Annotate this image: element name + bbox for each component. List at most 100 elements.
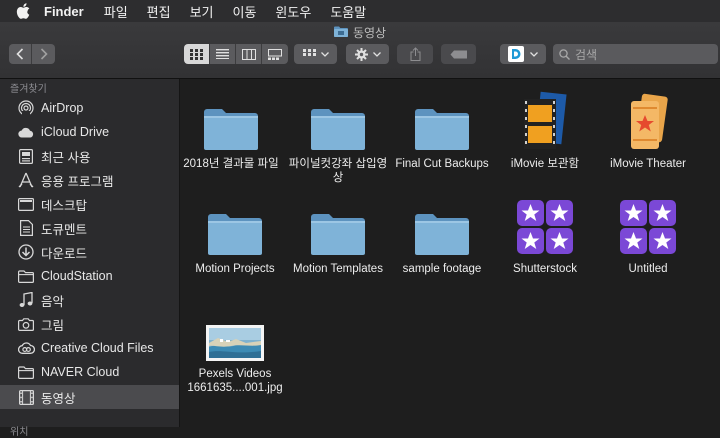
document-icon bbox=[17, 219, 35, 237]
menu-bar: Finder 파일 편집 보기 이동 윈도우 도움말 bbox=[0, 0, 720, 22]
app-extension-button[interactable] bbox=[500, 44, 546, 64]
menu-help[interactable]: 도움말 bbox=[330, 2, 366, 21]
menu-go[interactable]: 이동 bbox=[233, 2, 257, 21]
grid-icon bbox=[190, 48, 203, 60]
music-icon bbox=[17, 291, 35, 309]
sidebar-item-label: 동영상 bbox=[41, 391, 76, 406]
download-icon bbox=[17, 243, 35, 261]
sidebar-item-label: iCloud Drive bbox=[41, 125, 110, 139]
search-field[interactable]: 검색 bbox=[553, 44, 718, 64]
menu-finder[interactable]: Finder bbox=[44, 4, 84, 19]
file-item-label: iMovie 보관함 bbox=[510, 158, 580, 170]
menu-file[interactable]: 파일 bbox=[104, 2, 128, 21]
creative-cloud-icon bbox=[17, 339, 35, 357]
imovie-theater-icon bbox=[596, 89, 700, 151]
file-item-label: Final Cut Backups bbox=[395, 158, 489, 170]
file-item-shutterstock[interactable]: Shutterstock bbox=[493, 194, 597, 276]
sidebar-item-naver-cloud[interactable]: NAVER Cloud bbox=[0, 360, 179, 384]
file-item-label: Motion Projects bbox=[195, 263, 275, 275]
sidebar-item-applications[interactable]: 응용 프로그램 bbox=[0, 168, 179, 192]
sidebar-item-downloads[interactable]: 다운로드 bbox=[0, 240, 179, 264]
file-item-folder[interactable]: Motion Projects bbox=[183, 194, 287, 276]
camera-icon bbox=[17, 315, 35, 333]
sidebar-item-recents[interactable]: 최근 사용 bbox=[0, 144, 179, 168]
search-placeholder: 검색 bbox=[575, 47, 598, 62]
file-item-image[interactable]: Pexels Videos 1661635....001.jpg bbox=[183, 299, 287, 395]
gallery-view-button[interactable] bbox=[262, 44, 288, 64]
sidebar-item-label: 음악 bbox=[41, 294, 65, 309]
sidebar-item-icloud-drive[interactable]: iCloud Drive bbox=[0, 120, 179, 144]
sidebar-item-movies[interactable]: 동영상 bbox=[0, 385, 179, 409]
file-item-label: Shutterstock bbox=[513, 263, 577, 275]
sidebar-item-pictures[interactable]: 그림 bbox=[0, 312, 179, 336]
search-icon bbox=[559, 48, 570, 60]
sidebar-section-locations: 위치 bbox=[10, 427, 29, 438]
back-button[interactable] bbox=[9, 44, 32, 64]
file-item-folder[interactable]: 2018년 결과물 파일 bbox=[180, 89, 283, 171]
sidebar-item-airdrop[interactable]: AirDrop bbox=[0, 96, 179, 120]
folder-icon bbox=[183, 194, 287, 256]
folder-icon bbox=[390, 89, 494, 151]
share-button[interactable] bbox=[397, 44, 433, 64]
icon-view-button[interactable] bbox=[184, 44, 210, 64]
menu-window[interactable]: 윈도우 bbox=[275, 2, 311, 21]
list-view-button[interactable] bbox=[210, 44, 236, 64]
group-button[interactable] bbox=[294, 44, 337, 64]
file-item-folder[interactable]: 파이널컷강좌 삽입영상 bbox=[286, 89, 390, 185]
file-item-label: iMovie Theater bbox=[610, 158, 686, 170]
folder-icon bbox=[286, 194, 390, 256]
sidebar-item-documents[interactable]: 도큐멘트 bbox=[0, 216, 179, 240]
sidebar-item-label: 응용 프로그램 bbox=[41, 174, 114, 189]
sidebar-item-label: 최근 사용 bbox=[41, 150, 91, 165]
sidebar-item-music[interactable]: 음악 bbox=[0, 288, 179, 312]
file-item-folder[interactable]: sample footage bbox=[390, 194, 494, 276]
sidebar-section-favorites: 즐겨찾기 bbox=[10, 84, 47, 95]
file-item-folder[interactable]: Final Cut Backups bbox=[390, 89, 494, 171]
folder-icon bbox=[180, 89, 283, 151]
file-browser: 2018년 결과물 파일 파이널컷강좌 삽입영상 Final Cut Backu… bbox=[180, 79, 720, 427]
folder-icon bbox=[286, 89, 390, 151]
apple-icon[interactable] bbox=[16, 3, 32, 19]
folder-icon bbox=[17, 267, 35, 285]
chevron-left-icon bbox=[16, 48, 24, 60]
sidebar-item-desktop[interactable]: 데스크탑 bbox=[0, 192, 179, 216]
sidebar-item-creative-cloud[interactable]: Creative Cloud Files bbox=[0, 336, 179, 360]
imovie-library-icon bbox=[493, 89, 597, 151]
group-grid-icon bbox=[302, 48, 316, 56]
folder-icon bbox=[17, 363, 35, 381]
sidebar-item-label: NAVER Cloud bbox=[41, 365, 120, 379]
list-icon bbox=[216, 49, 229, 59]
file-item-label: Motion Templates bbox=[293, 263, 383, 275]
sidebar-item-label: 그림 bbox=[41, 318, 65, 333]
file-item-label: 2018년 결과물 파일 bbox=[183, 158, 279, 170]
action-button[interactable] bbox=[346, 44, 389, 64]
sidebar-item-label: 도큐멘트 bbox=[41, 222, 88, 237]
sidebar-item-cloudstation[interactable]: CloudStation bbox=[0, 264, 179, 288]
file-item-label: 파이널컷강좌 삽입영상 bbox=[288, 158, 388, 184]
chevron-down-icon bbox=[530, 51, 538, 57]
image-thumbnail-icon bbox=[183, 299, 287, 361]
columns-icon bbox=[241, 48, 256, 60]
file-item-folder[interactable]: Motion Templates bbox=[286, 194, 390, 276]
forward-button[interactable] bbox=[32, 44, 55, 64]
chevron-right-icon bbox=[40, 48, 48, 60]
desktop-icon bbox=[17, 195, 35, 213]
view-mode-segmented bbox=[184, 44, 288, 64]
toolbar: 동영상 검색 bbox=[0, 22, 720, 79]
file-item-untitled[interactable]: Untitled bbox=[596, 194, 700, 276]
file-item-imovie-theater[interactable]: iMovie Theater bbox=[596, 89, 700, 171]
sidebar-item-label: 데스크탑 bbox=[41, 198, 88, 213]
sidebar: 즐겨찾기 AirDrop iCloud Drive 최근 사용 응용 프로그램 … bbox=[0, 79, 180, 438]
column-view-button[interactable] bbox=[236, 44, 262, 64]
menu-edit[interactable]: 편집 bbox=[147, 2, 171, 21]
cloud-icon bbox=[17, 123, 35, 141]
menu-view[interactable]: 보기 bbox=[190, 2, 214, 21]
file-item-imovie-library[interactable]: iMovie 보관함 bbox=[493, 89, 597, 171]
airdrop-icon bbox=[17, 99, 35, 117]
tags-button[interactable] bbox=[441, 44, 476, 64]
sidebar-item-label: AirDrop bbox=[41, 101, 84, 115]
gear-icon bbox=[354, 47, 368, 61]
tag-icon bbox=[450, 50, 467, 58]
window-title-text: 동영상 bbox=[352, 26, 387, 40]
sidebar-item-label: 다운로드 bbox=[41, 246, 88, 261]
